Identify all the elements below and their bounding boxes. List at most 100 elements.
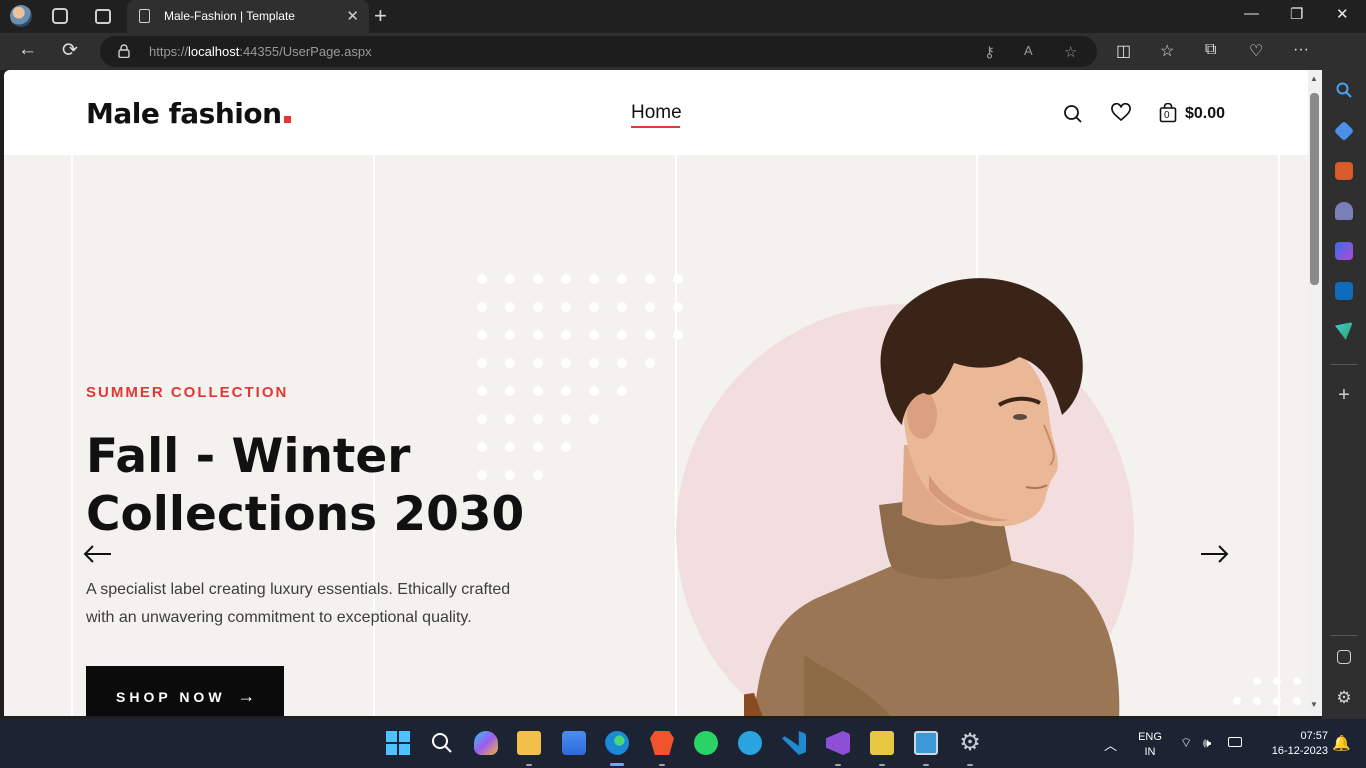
search-icon[interactable]: [1335, 81, 1353, 99]
active-app-indicator: [610, 763, 624, 766]
profile-avatar[interactable]: [10, 5, 32, 27]
address-bar[interactable]: https://localhost:44355/UserPage.aspx ⚷ …: [100, 36, 1097, 67]
split-screen-icon[interactable]: ◫: [1116, 41, 1131, 61]
refresh-icon[interactable]: ⟳: [62, 39, 78, 62]
whatsapp-icon[interactable]: [694, 731, 718, 755]
site-logo[interactable]: Male fashion: [86, 97, 291, 130]
pattern-dot: [505, 386, 515, 396]
favorites-icon[interactable]: ☆: [1160, 41, 1174, 61]
pattern-dot: [1233, 697, 1241, 705]
telegram-icon[interactable]: [738, 731, 762, 755]
more-menu-icon[interactable]: ···: [1293, 41, 1309, 59]
scroll-down-icon[interactable]: ▼: [1310, 700, 1318, 709]
remote-desktop-icon[interactable]: [914, 731, 938, 755]
clock[interactable]: 07:57 16-12-2023: [1258, 729, 1328, 759]
add-app-icon[interactable]: +: [1335, 385, 1353, 405]
hero-grid-line: [675, 155, 677, 716]
pattern-dot: [589, 274, 599, 284]
pattern-dot: [1273, 697, 1281, 705]
site-header: Male fashion Home 0 $0.00: [4, 70, 1308, 155]
scroll-up-icon[interactable]: ▲: [1310, 74, 1318, 83]
sidebar-settings-icon[interactable]: ⚙: [1335, 689, 1353, 707]
close-tab-icon[interactable]: ✕: [346, 7, 359, 25]
start-icon[interactable]: [386, 731, 410, 755]
show-hidden-icons-chevron-icon[interactable]: ︿: [1104, 735, 1117, 754]
pattern-dot: [505, 274, 515, 284]
office-icon[interactable]: [1335, 242, 1353, 260]
copilot-taskbar-icon[interactable]: [474, 731, 498, 755]
pattern-dot: [505, 414, 515, 424]
minimize-icon[interactable]: —: [1244, 5, 1259, 22]
vscode-icon[interactable]: [782, 731, 806, 755]
workspaces-icon[interactable]: [52, 8, 68, 24]
pattern-dot: [533, 302, 543, 312]
hero-title-line: Collections 2030: [86, 487, 525, 542]
pattern-dot: [533, 330, 543, 340]
notification-bell-icon[interactable]: 🔔: [1332, 734, 1351, 752]
pattern-dot: [477, 274, 487, 284]
shop-now-button[interactable]: SHOP NOW →: [86, 666, 284, 716]
outlook-icon[interactable]: [1335, 282, 1353, 300]
pattern-dot: [617, 358, 627, 368]
tools-icon[interactable]: [1335, 162, 1353, 180]
file-explorer-icon[interactable]: [517, 731, 541, 755]
pattern-dot: [533, 414, 543, 424]
games-icon[interactable]: [1335, 202, 1353, 220]
heart-icon[interactable]: [1111, 103, 1131, 123]
close-window-icon[interactable]: ✕: [1336, 5, 1349, 23]
pattern-dot: [477, 386, 487, 396]
cart-total[interactable]: $0.00: [1185, 105, 1225, 123]
pattern-dot: [561, 330, 571, 340]
wifi-icon[interactable]: ⌔: [1180, 735, 1192, 751]
pattern-dot: [589, 414, 599, 424]
browser-toolbar: ← ⟳ https://localhost:44355/UserPage.asp…: [0, 33, 1366, 70]
web-page: Male fashion Home 0 $0.00 SUMMER COLLECT…: [4, 70, 1308, 716]
url-text: https://localhost:44355/UserPage.aspx: [149, 44, 372, 59]
lock-icon: [118, 44, 130, 58]
slider-next-arrow-icon[interactable]: [1199, 544, 1229, 564]
region-code: IN: [1144, 746, 1156, 758]
language-indicator[interactable]: ENG IN: [1136, 730, 1164, 760]
pattern-dot: [1253, 677, 1261, 685]
taskbar-search-icon[interactable]: [430, 731, 454, 755]
browser-tab[interactable]: Male-Fashion | Template ✕: [127, 0, 369, 33]
slider-prev-arrow-icon[interactable]: [83, 544, 113, 564]
scrollbar-thumb[interactable]: [1310, 93, 1319, 285]
pattern-dot: [617, 330, 627, 340]
favorite-star-icon[interactable]: ☆: [1064, 43, 1077, 61]
shopping-tag-icon[interactable]: [1333, 120, 1355, 142]
pattern-dot: [645, 274, 655, 284]
clock-time: 07:57: [1300, 730, 1328, 742]
running-indicator: [879, 764, 885, 766]
tab-actions-icon[interactable]: [95, 9, 111, 24]
edge-icon[interactable]: [605, 731, 629, 755]
shopping-bag-icon[interactable]: 0: [1159, 102, 1177, 123]
pattern-dot: [561, 274, 571, 284]
performance-icon[interactable]: ♡: [1249, 41, 1263, 61]
read-aloud-icon[interactable]: A: [1024, 43, 1033, 58]
settings-icon[interactable]: ⚙: [958, 731, 982, 755]
restore-icon[interactable]: ❐: [1290, 5, 1303, 23]
collections-icon[interactable]: ⧉: [1205, 41, 1216, 59]
app-tools-icon[interactable]: [870, 731, 894, 755]
search-icon[interactable]: [1063, 104, 1083, 124]
pattern-dot: [645, 330, 655, 340]
cart-count: 0: [1164, 110, 1170, 121]
hide-sidebar-icon[interactable]: [1337, 650, 1351, 664]
sidebar-divider: [1330, 635, 1358, 636]
running-indicator: [526, 764, 532, 766]
volume-icon[interactable]: 🕪: [1203, 735, 1211, 751]
hero-subtitle: SUMMER COLLECTION: [86, 384, 289, 401]
visual-studio-icon[interactable]: [826, 731, 850, 755]
store-icon[interactable]: [562, 731, 586, 755]
brave-icon[interactable]: [650, 731, 674, 755]
pattern-dot: [505, 330, 515, 340]
edge-sidebar: + ⚙: [1322, 33, 1366, 719]
back-icon[interactable]: ←: [18, 39, 37, 61]
new-tab-button[interactable]: +: [374, 3, 387, 29]
key-icon[interactable]: ⚷: [984, 43, 995, 61]
pattern-dot: [477, 330, 487, 340]
nav-home-link[interactable]: Home: [631, 102, 682, 124]
drop-icon[interactable]: [1335, 322, 1353, 340]
battery-icon[interactable]: [1228, 737, 1242, 747]
